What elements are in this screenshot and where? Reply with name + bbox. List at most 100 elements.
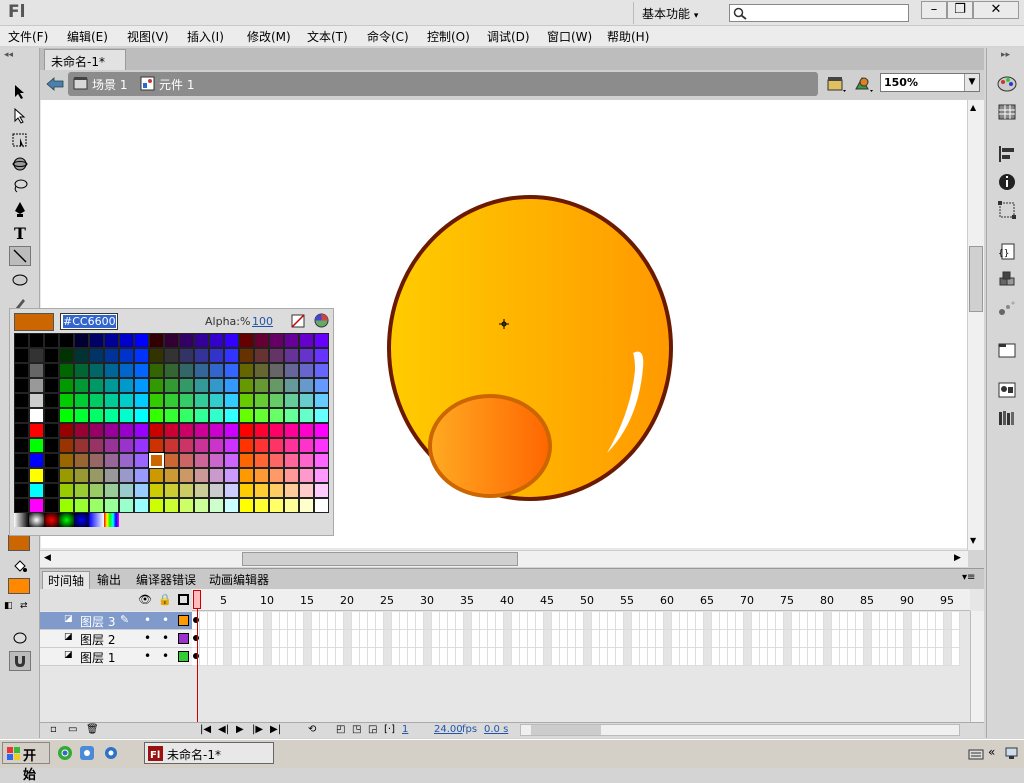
frame-cell[interactable] (944, 630, 952, 648)
swatch[interactable] (224, 378, 239, 393)
swatch[interactable] (104, 363, 119, 378)
frame-cell[interactable] (256, 612, 264, 630)
frame-cell[interactable] (360, 630, 368, 648)
frame-cell[interactable] (568, 630, 576, 648)
swatch[interactable] (29, 363, 44, 378)
frame-cell[interactable] (920, 612, 928, 630)
frame-cell[interactable] (616, 648, 624, 666)
frame-cell[interactable] (576, 648, 584, 666)
swatch[interactable] (254, 378, 269, 393)
swatch[interactable] (89, 483, 104, 498)
swatch[interactable] (74, 453, 89, 468)
frame-cell[interactable] (368, 612, 376, 630)
frame-cell[interactable] (784, 630, 792, 648)
frame-cell[interactable] (312, 612, 320, 630)
minimize-button[interactable]: – (921, 1, 947, 19)
text-tool-icon[interactable]: T (9, 223, 31, 243)
frame-cell[interactable] (504, 612, 512, 630)
frame-cell[interactable] (536, 648, 544, 666)
frame-cell[interactable] (592, 648, 600, 666)
swatch[interactable] (254, 423, 269, 438)
frame-cell[interactable] (336, 612, 344, 630)
frame-cell[interactable] (696, 648, 704, 666)
frame-cell[interactable] (816, 630, 824, 648)
frame-cell[interactable] (248, 648, 256, 666)
frame-cell[interactable] (608, 648, 616, 666)
swatch[interactable] (194, 348, 209, 363)
swatch[interactable] (269, 393, 284, 408)
swatch[interactable] (224, 348, 239, 363)
new-folder-icon[interactable]: ▭ (68, 724, 77, 735)
swatch[interactable] (239, 453, 254, 468)
swatch[interactable] (224, 333, 239, 348)
onion-outline-icon[interactable]: ◳ (352, 724, 361, 735)
frame-cell[interactable] (376, 612, 384, 630)
swatch[interactable] (59, 408, 74, 423)
swatch[interactable] (14, 378, 29, 393)
frame-cell[interactable] (328, 648, 336, 666)
restore-button[interactable]: ❐ (947, 1, 973, 19)
swatch[interactable] (14, 483, 29, 498)
swatch[interactable] (44, 378, 59, 393)
swatch[interactable] (29, 378, 44, 393)
frame-cell[interactable] (664, 630, 672, 648)
frame-cell[interactable] (640, 612, 648, 630)
swatch[interactable] (164, 408, 179, 423)
menu-insert[interactable]: 插入(I) (187, 28, 224, 45)
frame-cell[interactable] (912, 612, 920, 630)
timeline-horizontal-scrollbar[interactable] (520, 724, 960, 736)
oval-tool-icon[interactable] (9, 270, 31, 290)
frame-cell[interactable] (880, 648, 888, 666)
frame-cell[interactable] (640, 630, 648, 648)
tab-timeline[interactable]: 时间轴 (42, 571, 91, 589)
frame-cell[interactable] (304, 630, 312, 648)
swatch[interactable] (209, 468, 224, 483)
swatch[interactable] (209, 423, 224, 438)
frame-cell[interactable] (592, 630, 600, 648)
swatch[interactable] (269, 333, 284, 348)
frame-cell[interactable] (624, 630, 632, 648)
frame-cell[interactable] (936, 648, 944, 666)
frame-cell[interactable] (816, 648, 824, 666)
swatch[interactable] (29, 393, 44, 408)
frame-cell[interactable] (728, 630, 736, 648)
collapse-panel-icon[interactable]: ◂◂ (4, 50, 13, 60)
tab-motion-editor[interactable]: 动画编辑器 (204, 571, 274, 588)
frame-cell[interactable] (248, 612, 256, 630)
frame-cell[interactable] (456, 648, 464, 666)
layer-color-swatch[interactable] (178, 651, 189, 662)
swatch[interactable] (269, 378, 284, 393)
swatch[interactable] (119, 438, 134, 453)
swatch[interactable] (44, 468, 59, 483)
frame-cell[interactable] (672, 648, 680, 666)
swatch[interactable] (254, 438, 269, 453)
frame-cell[interactable] (736, 648, 744, 666)
layer-color-swatch[interactable] (178, 633, 189, 644)
layer-row-1[interactable]: ◪ 图层 1 • • (40, 648, 192, 666)
swatch[interactable] (59, 468, 74, 483)
swatch[interactable] (74, 498, 89, 513)
frame-cell[interactable] (896, 612, 904, 630)
swatch[interactable] (149, 498, 164, 513)
swatch[interactable] (74, 423, 89, 438)
frame-cell[interactable] (216, 648, 224, 666)
swatch[interactable] (224, 498, 239, 513)
swatch[interactable] (194, 363, 209, 378)
swatch[interactable] (299, 333, 314, 348)
frame-cell[interactable] (544, 630, 552, 648)
swatch[interactable] (239, 438, 254, 453)
swatch[interactable] (284, 438, 299, 453)
frame-cell[interactable] (824, 630, 832, 648)
components-panel-icon[interactable] (996, 270, 1018, 290)
frame-cell[interactable] (920, 630, 928, 648)
swatch[interactable] (119, 333, 134, 348)
frame-cell[interactable] (704, 648, 712, 666)
frame-cell[interactable] (688, 612, 696, 630)
swatch[interactable] (149, 363, 164, 378)
frame-cell[interactable] (720, 648, 728, 666)
frame-cell[interactable] (288, 630, 296, 648)
swatch[interactable] (134, 333, 149, 348)
swatch[interactable] (29, 453, 44, 468)
frame-cell[interactable] (208, 648, 216, 666)
frame-cell[interactable] (928, 612, 936, 630)
